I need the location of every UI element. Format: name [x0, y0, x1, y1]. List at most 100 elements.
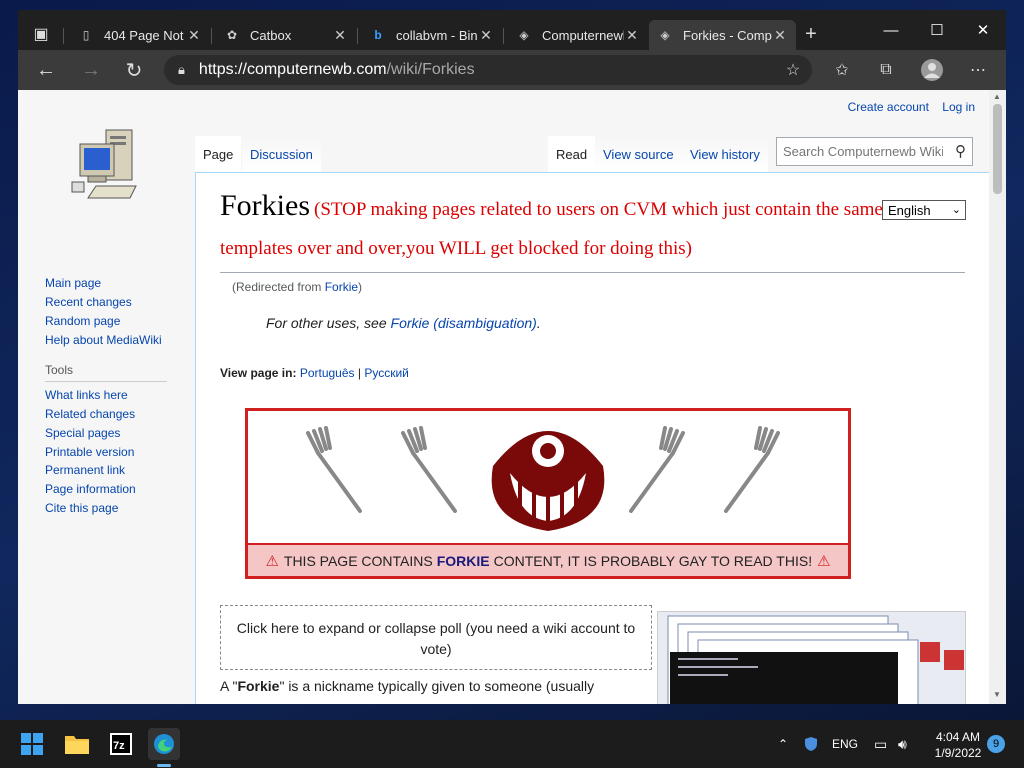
close-icon[interactable]: ✕ [332, 27, 348, 44]
page-scrollbar[interactable]: ▲ ▼ [989, 90, 1006, 704]
wiki-icon: ◈ [660, 28, 670, 42]
network-icon[interactable]: ▭ [874, 720, 887, 768]
sidebar-item-related-changes[interactable]: Related changes [45, 407, 195, 423]
sidebar-item-recent-changes[interactable]: Recent changes [45, 295, 195, 311]
poll-toggle[interactable]: Click here to expand or collapse poll (y… [220, 605, 652, 670]
close-icon[interactable]: ✕ [478, 27, 494, 44]
tab-bar: ▣ ▯ 404 Page Not F ✕ ✿ Catbox ✕ b collab… [18, 10, 1006, 50]
language-indicator[interactable]: ENG [832, 720, 858, 768]
add-favorite-icon[interactable]: ☆ [778, 56, 808, 84]
lock-icon: 🔒︎ [178, 62, 185, 77]
redirect-link[interactable]: Forkie [325, 280, 358, 294]
scroll-down-icon[interactable]: ▼ [993, 690, 1001, 699]
tab-forkies[interactable]: ◈ Forkies - Comp ✕ [649, 20, 796, 50]
taskbar: 7z ⌃ ENG ▭ 🔊︎ 4:04 AM 1/9/2022 9 [0, 720, 1024, 768]
collections-icon[interactable]: ⧉ [871, 56, 901, 84]
language-select[interactable]: English ⌄ [882, 200, 966, 220]
search-icon[interactable]: ⚲ [955, 142, 966, 160]
disambiguation-link[interactable]: Forkie (disambiguation) [391, 315, 537, 331]
page-title: Forkies (STOP making pages related to us… [220, 187, 960, 269]
browser-toolbar: ← → ↻ 🔒︎ https://computernewb.com/wiki/F… [18, 50, 1006, 90]
scroll-thumb[interactable] [993, 104, 1002, 194]
log-in-link[interactable]: Log in [942, 100, 975, 114]
tab-computernewb[interactable]: ◈ Computernewb ✕ [508, 20, 648, 50]
file-explorer-icon[interactable] [61, 728, 93, 760]
view-page-in: View page in: Português | Русский [220, 366, 409, 380]
tab-title: Forkies - Comp [683, 27, 772, 43]
intro-paragraph: A "Forkie" is a nickname typically given… [220, 678, 595, 694]
favorites-icon[interactable]: ✩ [827, 56, 857, 84]
sidebar-item-what-links-here[interactable]: What links here [45, 388, 195, 404]
tab-404[interactable]: ▯ 404 Page Not F ✕ [70, 20, 210, 50]
screenshot-thumbnail[interactable] [657, 611, 966, 704]
sidebar-item-special-pages[interactable]: Special pages [45, 426, 195, 442]
sidebar-item-help[interactable]: Help about MediaWiki [45, 333, 195, 349]
svg-text:7z: 7z [113, 740, 125, 752]
sidebar-item-cite-this-page[interactable]: Cite this page [45, 501, 195, 517]
more-menu-icon[interactable]: ⋯ [963, 56, 993, 84]
wiki-logo[interactable] [66, 124, 146, 214]
tab-title: Computernewb [542, 27, 624, 43]
tab-view-history[interactable]: View history [682, 136, 768, 172]
search-box[interactable]: ⚲ [776, 137, 973, 166]
volume-icon[interactable]: 🔊︎ [898, 720, 907, 768]
chevron-down-icon: ⌄ [951, 204, 961, 216]
edge-icon[interactable] [148, 728, 180, 760]
sidebar-item-page-information[interactable]: Page information [45, 482, 195, 498]
hatnote: For other uses, see Forkie (disambiguati… [266, 315, 541, 331]
maximize-icon[interactable]: ☐ [914, 16, 960, 44]
sidebar-item-main-page[interactable]: Main page [45, 276, 195, 292]
tray-chevron-icon[interactable]: ⌃ [778, 720, 788, 768]
tab-discussion[interactable]: Discussion [242, 136, 321, 172]
tab-page[interactable]: Page [195, 136, 242, 172]
create-account-link[interactable]: Create account [848, 100, 929, 114]
lang-separator: | [357, 366, 361, 380]
redirect-note: (Redirected from Forkie) [232, 280, 363, 294]
new-tab-icon[interactable]: + [796, 20, 826, 48]
lang-link-portuguese[interactable]: Português [300, 366, 355, 380]
language-value: English [888, 202, 931, 218]
window-close-icon[interactable]: ✕ [960, 16, 1006, 44]
clock[interactable]: 4:04 AM 1/9/2022 [930, 729, 986, 761]
close-icon[interactable]: ✕ [186, 27, 202, 44]
browser-window: ▣ ▯ 404 Page Not F ✕ ✿ Catbox ✕ b collab… [18, 10, 1006, 704]
forward-icon[interactable]: → [75, 56, 107, 84]
forkie-warning-banner: ⚠ THIS PAGE CONTAINS FORKIE CONTENT, IT IS… [245, 408, 851, 579]
web-page: Create account Log in Main page Recent c… [18, 90, 989, 704]
search-input[interactable] [783, 144, 943, 159]
tab-bing[interactable]: b collabvm - Bing ✕ [362, 20, 502, 50]
forkie-face-icon [491, 420, 605, 531]
defender-icon[interactable] [803, 720, 819, 768]
close-icon[interactable]: ✕ [624, 27, 640, 44]
close-icon[interactable]: ✕ [772, 27, 788, 44]
tab-read[interactable]: Read [548, 136, 596, 172]
7zip-icon[interactable]: 7z [105, 728, 137, 760]
lang-link-russian[interactable]: Русский [364, 366, 409, 380]
start-icon[interactable] [16, 728, 48, 760]
notification-badge[interactable]: 9 [987, 735, 1005, 753]
tab-catbox[interactable]: ✿ Catbox ✕ [216, 20, 356, 50]
sidebar-item-printable-version[interactable]: Printable version [45, 445, 195, 461]
tab-view-source[interactable]: View source [595, 136, 682, 172]
title-note: (STOP making pages related to users on C… [220, 199, 898, 259]
url-path: /wiki/Forkies [386, 61, 475, 78]
tab-title: Catbox [250, 27, 292, 43]
page-icon: ▯ [82, 28, 90, 42]
title-divider [220, 272, 965, 273]
warning-icon: ⚠ [817, 552, 831, 570]
bing-icon: b [374, 28, 382, 42]
clock-date: 1/9/2022 [934, 746, 982, 760]
tools-heading: Tools [45, 363, 167, 382]
sidebar-item-permanent-link[interactable]: Permanent link [45, 463, 195, 479]
active-app-indicator [157, 764, 171, 767]
scroll-up-icon[interactable]: ▲ [993, 92, 1001, 101]
profile-icon[interactable] [917, 56, 947, 84]
address-bar[interactable]: 🔒︎ https://computernewb.com/wiki/Forkies [164, 55, 812, 85]
title-text: Forkies [220, 189, 310, 222]
refresh-icon[interactable]: ↻ [118, 56, 150, 84]
back-icon[interactable]: ← [30, 56, 62, 84]
clock-time: 4:04 AM [935, 730, 981, 744]
sidebar-item-random-page[interactable]: Random page [45, 314, 195, 330]
minimize-icon[interactable]: — [868, 16, 914, 44]
tab-actions-icon[interactable]: ▣ [26, 20, 56, 48]
